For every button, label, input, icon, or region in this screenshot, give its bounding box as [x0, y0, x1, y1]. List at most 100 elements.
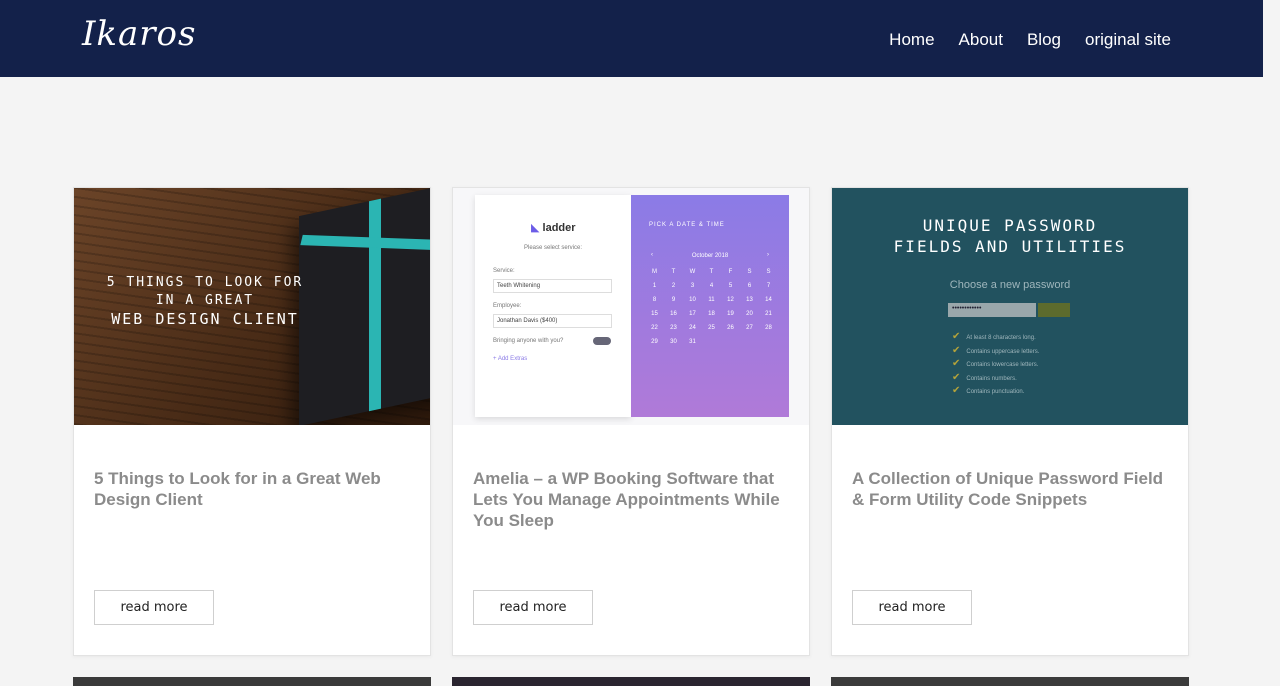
site-header: Ikaros Home About Blog original site: [0, 0, 1263, 77]
weekday-label: T: [671, 269, 676, 275]
site-logo[interactable]: Ikaros: [82, 14, 196, 54]
add-extras-link: + Add Extras: [493, 356, 528, 362]
calendar-day: 27: [746, 325, 753, 331]
calendar-day: 6: [747, 283, 752, 289]
post-card: ◣ ladder Please select service: Service:…: [452, 187, 810, 656]
calendar-day: 28: [765, 325, 772, 331]
checklist-text: Contains punctuation.: [966, 389, 1025, 395]
calendar-day: 23: [670, 325, 677, 331]
booking-screenshot: ◣ ladder Please select service: Service:…: [453, 188, 809, 425]
calendar-day: 20: [746, 311, 753, 317]
calendar-weekdays: MTWTFSS: [645, 269, 778, 275]
page-scrollbar[interactable]: [1263, 0, 1280, 686]
calendar-day: 25: [708, 325, 715, 331]
calendar-day: 11: [708, 297, 715, 303]
post-thumbnail[interactable]: ◣ ladder Please select service: Service:…: [453, 188, 809, 425]
post-card-peek: [831, 677, 1189, 686]
calendar-day: 16: [670, 311, 677, 317]
calendar-day: 5: [728, 283, 733, 289]
post-title[interactable]: 5 Things to Look for in a Great Web Desi…: [94, 468, 414, 510]
bringing-text: Bringing anyone with you?: [493, 338, 564, 344]
post-card-peek: [73, 677, 431, 686]
thumb-line: FIELDS AND UTILITIES: [893, 237, 1127, 256]
calendar-day: 13: [746, 297, 753, 303]
read-more-button[interactable]: read more: [94, 590, 214, 625]
calendar-day: 4: [709, 283, 714, 289]
checklist-item: ✔ Contains uppercase letters.: [952, 345, 1039, 359]
calendar-day: 7: [766, 283, 771, 289]
check-icon: ✔: [952, 331, 961, 342]
nav-blog[interactable]: Blog: [1027, 30, 1061, 50]
weekday-label: M: [652, 269, 657, 275]
check-icon: ✔: [952, 371, 961, 383]
checklist-item: ✔ Contains numbers.: [952, 372, 1039, 386]
service-select: Teeth Whitening: [493, 279, 612, 293]
calendar-day: 14: [765, 297, 772, 303]
check-icon: ✔: [952, 385, 961, 396]
thumb-line: WEB DESIGN CLIENT: [111, 310, 299, 328]
password-input-preview: ••••••••••••: [948, 303, 1036, 317]
calendar-day: 12: [727, 297, 734, 303]
weekday-label: T: [709, 269, 714, 275]
password-thumb-title: UNIQUE PASSWORD FIELDS AND UTILITIES: [832, 215, 1188, 257]
calendar-day: 29: [651, 339, 658, 345]
read-more-button[interactable]: read more: [852, 590, 972, 625]
calendar-day: 15: [651, 311, 658, 317]
calendar-day: 9: [671, 297, 676, 303]
post-title[interactable]: Amelia – a WP Booking Software that Lets…: [473, 468, 793, 531]
post-card: 5 THINGS TO LOOK FOR IN A GREAT WEB DESI…: [73, 187, 431, 656]
ladder-logo-icon: ◣: [531, 222, 540, 234]
calendar-day: 21: [765, 311, 772, 317]
post-card: UNIQUE PASSWORD FIELDS AND UTILITIES Cho…: [831, 187, 1189, 656]
weekday-label: W: [689, 269, 696, 275]
calendar-day: 22: [651, 325, 658, 331]
check-icon: ✔: [952, 344, 961, 356]
calendar-days: 1 2 3 4 5 6 7 8 9 10 11 12 13 14 15 16 17 18 19 20 21 22 23 24 2…: [645, 283, 778, 345]
calendar-day: 3: [690, 283, 695, 289]
nav-about[interactable]: About: [959, 30, 1003, 50]
weekday-label: F: [728, 269, 733, 275]
checklist-item: ✔ Contains punctuation.: [952, 385, 1039, 399]
wood-background-image: 5 THINGS TO LOOK FOR IN A GREAT WEB DESI…: [74, 188, 430, 425]
weekday-label: S: [766, 269, 771, 275]
post-card-peek: [452, 677, 810, 686]
nav-home[interactable]: Home: [889, 30, 934, 50]
nav-original-site[interactable]: original site: [1085, 30, 1171, 50]
calendar-panel: PICK A DATE & TIME October 2018 ‹ › M T W T…: [631, 195, 789, 417]
select-service-text: Please select service:: [523, 245, 583, 251]
password-subtitle: Choose a new password: [949, 279, 1071, 291]
calendar-day: 1: [652, 283, 657, 289]
checklist-text: Contains uppercase letters.: [966, 348, 1040, 355]
thumb-line: IN A GREAT: [155, 293, 255, 308]
calendar-day: 10: [689, 297, 696, 303]
check-icon: ✔: [952, 358, 961, 369]
thumb-line: UNIQUE PASSWORD: [922, 216, 1098, 235]
brand-name: ladder: [542, 222, 576, 234]
post-title[interactable]: A Collection of Unique Password Field & …: [852, 468, 1172, 510]
read-more-button[interactable]: read more: [473, 590, 593, 625]
calendar-day: 26: [727, 325, 734, 331]
calendar-day: 2: [671, 283, 676, 289]
checklist-item: ✔ Contains lowercase letters.: [952, 358, 1039, 372]
calendar-day: 24: [689, 325, 696, 331]
thumb-line: 5 THINGS TO LOOK FOR: [106, 275, 304, 290]
weekday-label: S: [747, 269, 752, 275]
calendar-month: October 2018: [691, 253, 729, 259]
toggle-switch: [593, 337, 611, 345]
calendar-day: 8: [652, 297, 657, 303]
password-screenshot: UNIQUE PASSWORD FIELDS AND UTILITIES Cho…: [832, 188, 1188, 425]
next-month-icon: ›: [767, 252, 769, 258]
booking-form-panel: ◣ ladder Please select service: Service:…: [475, 195, 631, 417]
calendar-day: 19: [727, 311, 734, 317]
prev-month-icon: ‹: [651, 252, 653, 258]
password-submit-preview: [1038, 303, 1070, 317]
employee-select: Jonathan Davis ($400): [493, 314, 612, 328]
thumbnail-caption: 5 THINGS TO LOOK FOR IN A GREAT WEB DESI…: [90, 274, 320, 328]
post-thumbnail[interactable]: UNIQUE PASSWORD FIELDS AND UTILITIES Cho…: [832, 188, 1188, 425]
calendar-day: 17: [689, 311, 696, 317]
main-nav: Home About Blog original site: [889, 30, 1171, 50]
post-thumbnail[interactable]: 5 THINGS TO LOOK FOR IN A GREAT WEB DESI…: [74, 188, 430, 425]
calendar-day: 30: [670, 339, 677, 345]
calendar-day: 31: [689, 339, 696, 345]
checklist-text: Contains numbers.: [966, 375, 1017, 382]
